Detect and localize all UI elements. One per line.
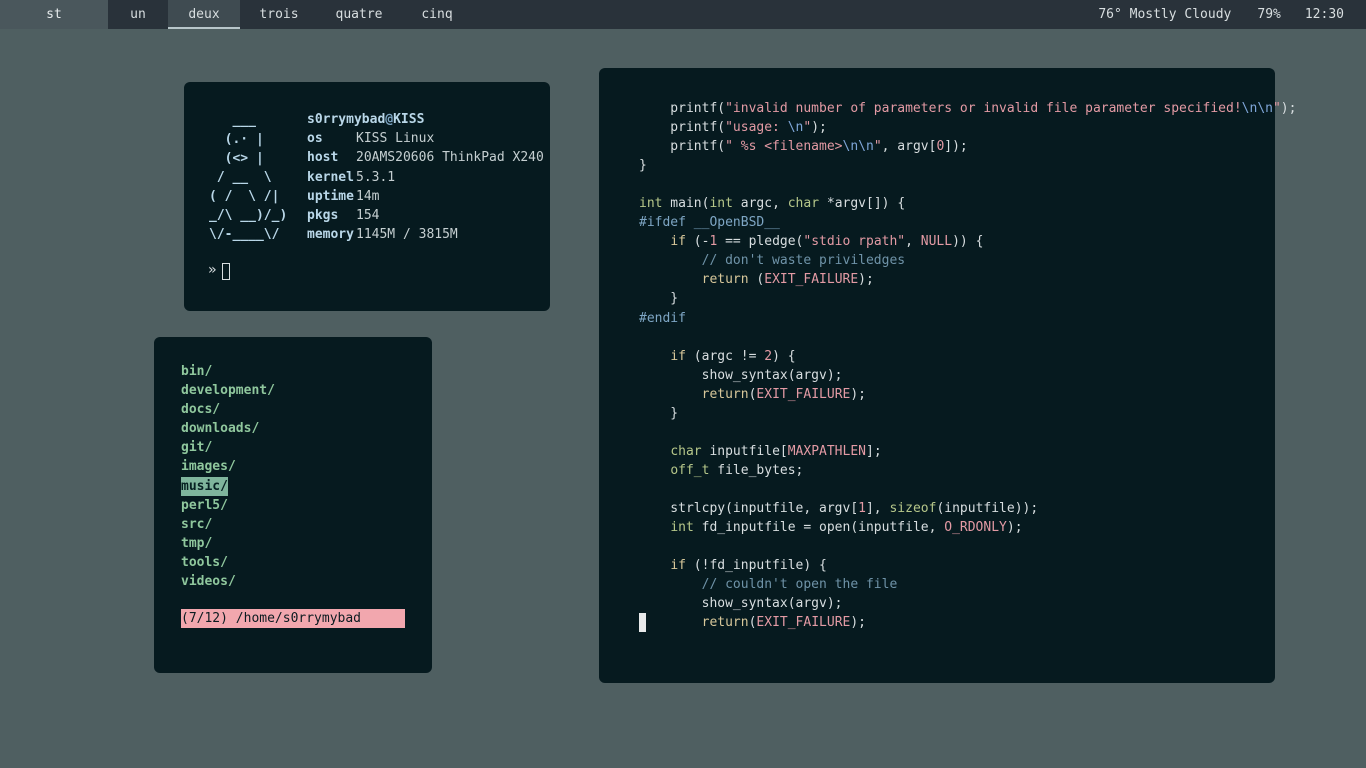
code-line: #ifdef __OpenBSD__: [639, 215, 780, 231]
status-indicators: 76° Mostly Cloudy 79% 12:30: [1098, 0, 1366, 29]
info-value: 1145M / 3815M: [356, 227, 458, 243]
shell-prompt: »: [208, 262, 217, 278]
code-line: printf(" %s <filename>\n\n", argv[0]);: [639, 139, 968, 155]
file-manager-statusline: (7/12) /home/s0rrymybad: [181, 609, 405, 628]
code-line: #endif: [639, 310, 686, 326]
tab-trois[interactable]: trois: [240, 0, 318, 29]
list-item[interactable]: images/: [181, 457, 275, 476]
terminal-cursor: [222, 263, 230, 280]
info-key: os: [307, 131, 323, 147]
code-line: show_syntax(argv);: [639, 596, 843, 612]
workspace-tabs: un deux trois quatre cinq: [108, 0, 474, 29]
info-key: memory: [307, 227, 354, 243]
list-item[interactable]: videos/: [181, 572, 275, 591]
code-line: }: [639, 158, 647, 174]
code-line: show_syntax(argv);: [639, 367, 843, 383]
list-item[interactable]: downloads/: [181, 419, 275, 438]
clock: 12:30: [1304, 7, 1344, 22]
list-item[interactable]: tools/: [181, 553, 275, 572]
tab-deux[interactable]: deux: [168, 0, 240, 29]
weather-status: 76° Mostly Cloudy: [1098, 7, 1232, 22]
directory-list: bin/ development/ docs/ downloads/ git/ …: [181, 362, 275, 591]
code-line: int fd_inputfile = open(inputfile, O_RDO…: [670, 520, 1023, 536]
code-line: off_t file_bytes;: [670, 462, 804, 478]
at-sign: @: [385, 112, 394, 127]
info-row-pkgs: pkgs 154: [307, 206, 544, 225]
code-line: if (-1 == pledge("stdio rpath", NULL)) {: [670, 234, 984, 250]
list-item[interactable]: bin/: [181, 362, 275, 381]
info-row-memory: memory 1145M / 3815M: [307, 225, 544, 244]
code-line: int main(int argc, char *argv[]) {: [639, 196, 906, 212]
code-line: strlcpy(inputfile, argv[1], sizeof(input…: [639, 500, 1039, 516]
code-line: return(EXIT_FAILURE);: [701, 386, 866, 402]
info-row-os: os KISS Linux: [307, 129, 544, 148]
code-line: if (argc != 2) {: [670, 348, 796, 364]
status-bar: st un deux trois quatre cinq 76° Mostly …: [0, 0, 1366, 29]
info-row-uptime: uptime 14m: [307, 187, 544, 206]
code-line: if (!fd_inputfile) {: [670, 558, 827, 574]
list-item-selected[interactable]: music/: [181, 476, 228, 496]
code-line: char inputfile[MAXPATHLEN];: [670, 443, 882, 459]
info-value: 154: [356, 207, 380, 223]
code-line: printf("invalid number of parameters or …: [639, 101, 1297, 116]
username: s0rrymybad: [307, 112, 386, 127]
info-row-kernel: kernel 5.3.1: [307, 168, 544, 187]
list-item[interactable]: tmp/: [181, 534, 275, 553]
code-buffer[interactable]: printf("invalid number of parameters or …: [639, 99, 1296, 632]
info-value: KISS Linux: [356, 131, 435, 147]
tab-quatre[interactable]: quatre: [318, 0, 400, 29]
user-host-line: s0rrymybad@KISS: [307, 110, 544, 129]
code-line: }: [639, 405, 679, 421]
tab-un[interactable]: un: [108, 0, 168, 29]
code-line: // don't waste priviledges: [639, 253, 906, 269]
hostname: KISS: [393, 112, 425, 127]
code-line: return (EXIT_FAILURE);: [701, 272, 874, 288]
info-key: kernel: [307, 169, 354, 185]
code-line: }: [639, 291, 679, 307]
tab-cinq[interactable]: cinq: [400, 0, 474, 29]
list-item[interactable]: src/: [181, 515, 275, 534]
code-line: // couldn't open the file: [639, 577, 898, 593]
code-line: printf("usage: \n");: [639, 120, 827, 136]
system-info: s0rrymybad@KISS os KISS Linux host 20AMS20…: [307, 110, 544, 244]
info-key: pkgs: [307, 207, 339, 223]
battery-status: 79%: [1257, 7, 1281, 22]
info-value: 20AMS20606 ThinkPad X240: [356, 150, 544, 166]
info-value: 14m: [356, 188, 380, 204]
info-key: uptime: [307, 188, 354, 204]
info-row-host: host 20AMS20606 ThinkPad X240: [307, 148, 544, 167]
info-key: host: [307, 150, 339, 166]
list-item[interactable]: perl5/: [181, 496, 275, 515]
info-value: 5.3.1: [356, 169, 396, 185]
window-title: st: [0, 0, 108, 29]
list-item[interactable]: docs/: [181, 400, 275, 419]
editor-cursor: [639, 613, 646, 632]
selected-row: music/: [181, 476, 275, 496]
code-line: return(EXIT_FAILURE);: [701, 615, 866, 631]
list-item[interactable]: git/: [181, 438, 275, 457]
list-item[interactable]: development/: [181, 381, 275, 400]
kiss-ascii-logo: ___ (.· | (<> | / __ \ ( / \ /| _/\ __)/…: [209, 113, 288, 242]
